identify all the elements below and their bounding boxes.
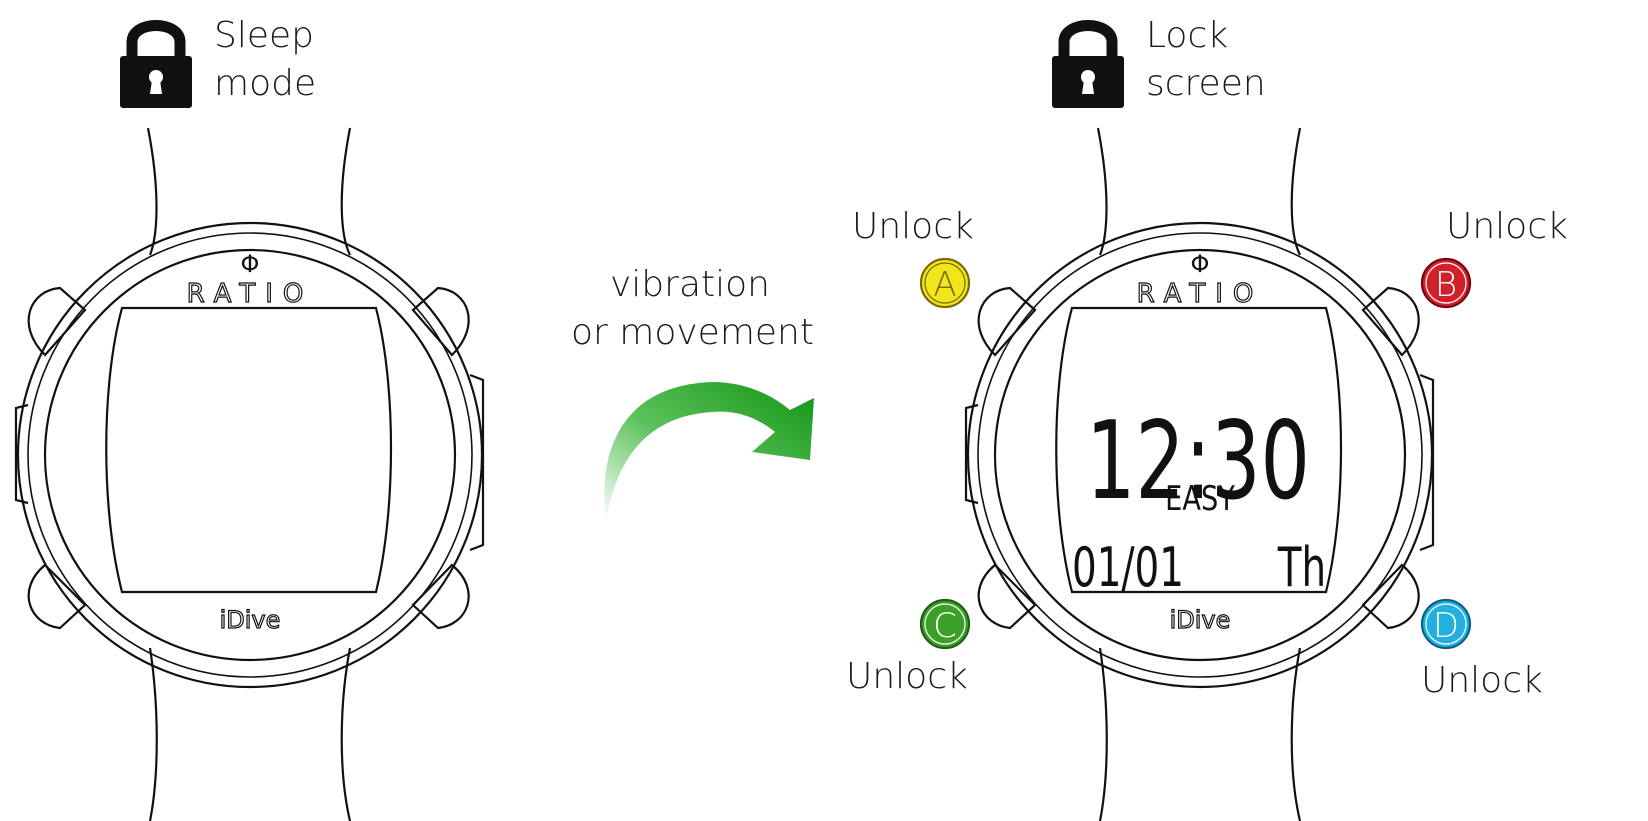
button-c-housing [977,563,1037,630]
strap-bottom-left-edge [1098,647,1108,821]
strap-bottom-left-edge [148,647,158,821]
diagram-canvas: Φ RATIO iDive Φ RATIO iDive 12:30 EASY 0… [14,20,1472,821]
model-name: iDive [220,606,281,634]
strap-top-right-edge [1290,127,1302,256]
brand-logo: RATIO [1137,279,1264,309]
button-bottom-left [27,563,87,630]
button-b-action-label: Unlock [1446,206,1568,247]
sleep-mode-title-line1: Sleep [214,15,315,56]
screen-day: Th [1277,537,1326,600]
display-screen-blank [105,306,393,594]
brand-symbol: Φ [241,250,260,278]
button-c-action-label: Unlock [846,656,968,697]
padlock-icon [120,20,192,108]
padlock-icon [1052,20,1124,108]
strap-top-right-edge [340,127,352,256]
button-d-letter: D [1433,606,1459,646]
button-a-action-label: Unlock [852,206,974,247]
button-c-badge[interactable]: C [919,598,971,650]
watch-sleep-mode [14,127,485,821]
model-name: iDive [1170,606,1231,634]
strap-top-left-edge [146,127,158,256]
button-a-letter: A [933,265,956,305]
sleep-mode-title-line2: mode [214,63,317,104]
strap-bottom-right-edge [1290,647,1302,821]
brand-symbol: Φ [1191,250,1210,278]
button-d-action-label: Unlock [1421,660,1543,701]
button-a-badge[interactable]: A [919,257,971,309]
button-b-letter: B [1435,265,1457,305]
transition-label-line2: or movement [571,312,814,353]
strap-bottom-right-edge [340,647,352,821]
curved-arrow-icon [604,382,814,522]
button-b-badge[interactable]: B [1420,257,1472,309]
transition-label-line1: vibration [610,264,770,305]
strap-top-left-edge [1096,127,1108,256]
button-d-badge[interactable]: D [1420,598,1472,650]
button-c-letter: C [933,606,957,646]
diagram-stage: Φ RATIO iDive Φ RATIO iDive 12:30 EASY 0… [0,0,1648,821]
screen-date: 01/01 [1072,537,1184,600]
lock-screen-title-line1: Lock [1146,15,1229,56]
screen-mode: EASY [1165,479,1235,519]
lock-screen-title-line2: screen [1146,63,1266,104]
brand-logo: RATIO [187,279,314,309]
